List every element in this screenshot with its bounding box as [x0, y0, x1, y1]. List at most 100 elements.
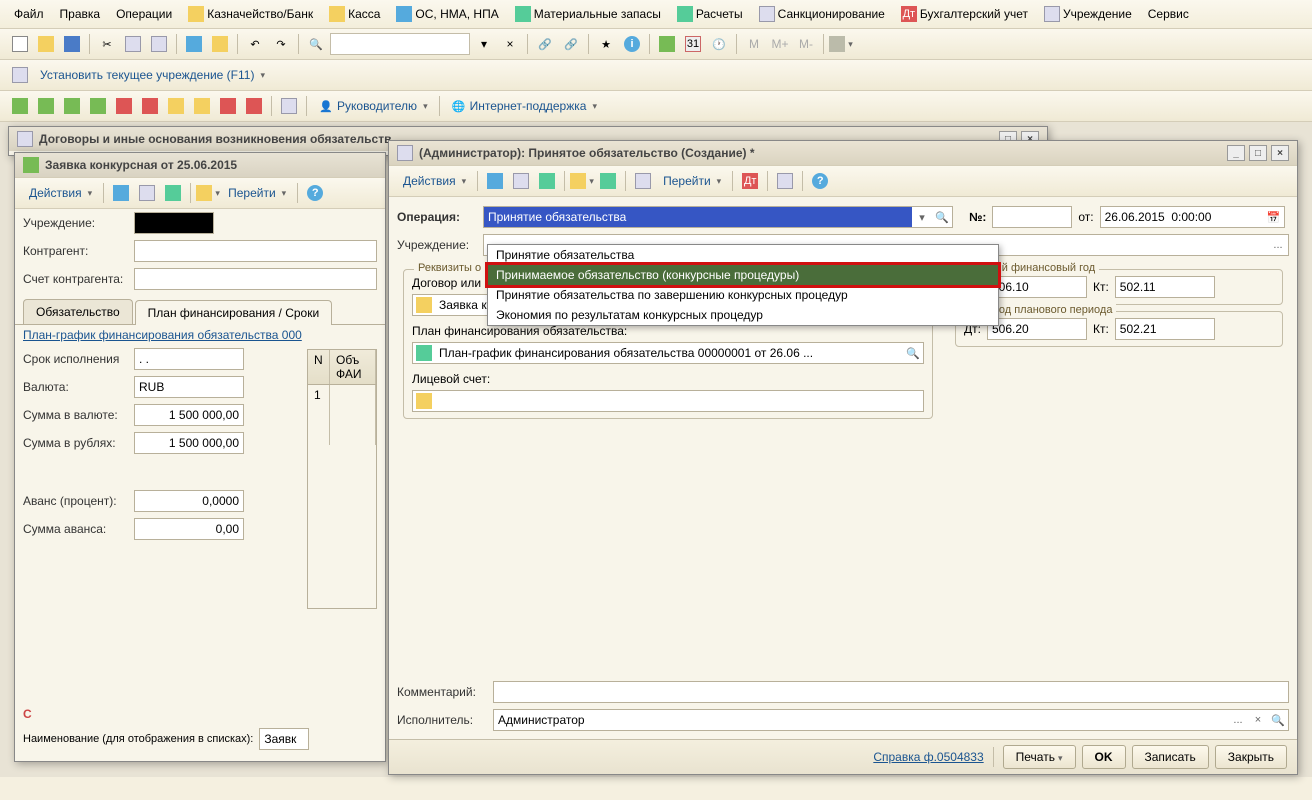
- executor-field[interactable]: ... × 🔍: [493, 709, 1289, 731]
- menu-file[interactable]: Файл: [8, 4, 50, 24]
- t3-10[interactable]: [242, 94, 266, 118]
- settings-button[interactable]: [829, 32, 853, 56]
- ob-btn4[interactable]: [570, 169, 594, 193]
- dropdown-button[interactable]: ▾: [912, 207, 932, 227]
- lookup-button[interactable]: 🔍: [932, 207, 952, 227]
- advance-pct-input[interactable]: [134, 490, 244, 512]
- ob-btn3[interactable]: [535, 169, 559, 193]
- comment-input[interactable]: [493, 681, 1289, 703]
- date-input[interactable]: 📅: [1100, 206, 1285, 228]
- calc-button[interactable]: [655, 32, 679, 56]
- clock-button[interactable]: 🕐: [707, 32, 731, 56]
- btn-a[interactable]: [182, 32, 206, 56]
- tab-obligation[interactable]: Обязательство: [23, 299, 133, 324]
- select-button[interactable]: ...: [1228, 710, 1248, 730]
- req-btn4[interactable]: [196, 181, 220, 205]
- t3-5[interactable]: [112, 94, 136, 118]
- operation-select[interactable]: ▾ 🔍: [483, 206, 953, 228]
- t3-7[interactable]: [164, 94, 188, 118]
- plan-graph-link[interactable]: План-график финансирования обязательства…: [23, 328, 302, 342]
- save-button[interactable]: [60, 32, 84, 56]
- dd-item-4[interactable]: Экономия по результатам конкурсных проце…: [488, 305, 998, 325]
- find-button[interactable]: 🔍: [304, 32, 328, 56]
- org-field[interactable]: [134, 212, 214, 234]
- dt1-input[interactable]: [987, 276, 1087, 298]
- redo-button[interactable]: ↷: [269, 32, 293, 56]
- request-grid[interactable]: N ОбъФАИ 1: [307, 349, 377, 609]
- m-button[interactable]: M: [742, 32, 766, 56]
- t3-3[interactable]: [60, 94, 84, 118]
- t3-9[interactable]: [216, 94, 240, 118]
- menu-inventory[interactable]: Материальные запасы: [509, 3, 667, 25]
- window-min[interactable]: _: [1227, 145, 1245, 161]
- menu-assets[interactable]: ОС, НМА, НПА: [390, 3, 504, 25]
- undo-button[interactable]: ↶: [243, 32, 267, 56]
- kt1-input[interactable]: [1115, 276, 1215, 298]
- mminus-button[interactable]: M-: [794, 32, 818, 56]
- goto-dropdown[interactable]: Перейти: [657, 171, 727, 191]
- link-nav2[interactable]: 🔗: [559, 32, 583, 56]
- ob-btn6[interactable]: [631, 169, 655, 193]
- tab-finplan[interactable]: План финансирования / Сроки: [135, 300, 333, 325]
- ob-btn2[interactable]: [509, 169, 533, 193]
- ok-button[interactable]: OK: [1082, 745, 1126, 769]
- contragent-field[interactable]: [134, 240, 377, 262]
- req-help[interactable]: ?: [303, 181, 327, 205]
- menu-treasury[interactable]: Казначейство/Банк: [182, 3, 319, 25]
- print-button[interactable]: Печать: [1003, 745, 1076, 769]
- dd-item-1[interactable]: Принятие обязательства: [488, 245, 998, 265]
- info-button[interactable]: i: [620, 32, 644, 56]
- set-institution-button[interactable]: Установить текущее учреждение (F11): [34, 65, 271, 85]
- manager-link[interactable]: 👤Руководителю: [312, 95, 434, 117]
- menu-cash[interactable]: Касса: [323, 3, 386, 25]
- support-link[interactable]: 🌐Интернет-поддержка: [445, 95, 603, 117]
- close-button[interactable]: Закрыть: [1215, 745, 1287, 769]
- t3-8[interactable]: [190, 94, 214, 118]
- lookup-button[interactable]: 🔍: [1268, 710, 1288, 730]
- ob-btn7[interactable]: Дт: [738, 169, 762, 193]
- sum-rub-input[interactable]: [134, 432, 244, 454]
- window-max[interactable]: □: [1249, 145, 1267, 161]
- search-input[interactable]: [330, 33, 470, 55]
- save-button[interactable]: Записать: [1132, 745, 1209, 769]
- num-input[interactable]: [992, 206, 1072, 228]
- menu-sanctioning[interactable]: Санкционирование: [753, 3, 891, 25]
- kt2-input[interactable]: [1115, 318, 1215, 340]
- menu-accounting[interactable]: ДтБухгалтерский учет: [895, 3, 1034, 25]
- calendar-button[interactable]: 31: [681, 32, 705, 56]
- t3-1[interactable]: [8, 94, 32, 118]
- menu-service[interactable]: Сервис: [1142, 4, 1195, 24]
- open-button[interactable]: [34, 32, 58, 56]
- currency-input[interactable]: [134, 376, 244, 398]
- search-go[interactable]: ▾: [472, 32, 496, 56]
- req-btn2[interactable]: [135, 181, 159, 205]
- dd-item-3[interactable]: Принятие обязательства по завершению кон…: [488, 285, 998, 305]
- deadline-input[interactable]: [134, 348, 244, 370]
- institution-icon-btn[interactable]: [8, 63, 32, 87]
- t3-11[interactable]: [277, 94, 301, 118]
- link-nav1[interactable]: 🔗: [533, 32, 557, 56]
- dt2-input[interactable]: [987, 318, 1087, 340]
- star-button[interactable]: ★: [594, 32, 618, 56]
- contragent-acct-field[interactable]: [134, 268, 377, 290]
- paste-button[interactable]: [147, 32, 171, 56]
- ob-btn1[interactable]: [483, 169, 507, 193]
- menu-institution[interactable]: Учреждение: [1038, 3, 1138, 25]
- display-name-input[interactable]: [259, 728, 309, 750]
- advance-sum-input[interactable]: [134, 518, 244, 540]
- search-clear[interactable]: ×: [498, 32, 522, 56]
- goto-dropdown[interactable]: Перейти: [222, 183, 292, 203]
- actions-dropdown[interactable]: Действия: [397, 171, 472, 191]
- ob-btn8[interactable]: [773, 169, 797, 193]
- account-field[interactable]: [412, 390, 924, 412]
- menu-edit[interactable]: Правка: [54, 4, 107, 24]
- finplan-field[interactable]: 🔍: [412, 342, 924, 364]
- ob-help[interactable]: ?: [808, 169, 832, 193]
- dd-item-2[interactable]: Принимаемое обязательство (конкурсные пр…: [488, 265, 998, 285]
- menu-calc[interactable]: Расчеты: [671, 3, 749, 25]
- t3-4[interactable]: [86, 94, 110, 118]
- menu-operations[interactable]: Операции: [110, 4, 178, 24]
- window-close[interactable]: ×: [1271, 145, 1289, 161]
- actions-dropdown[interactable]: Действия: [23, 183, 98, 203]
- copy-button[interactable]: [121, 32, 145, 56]
